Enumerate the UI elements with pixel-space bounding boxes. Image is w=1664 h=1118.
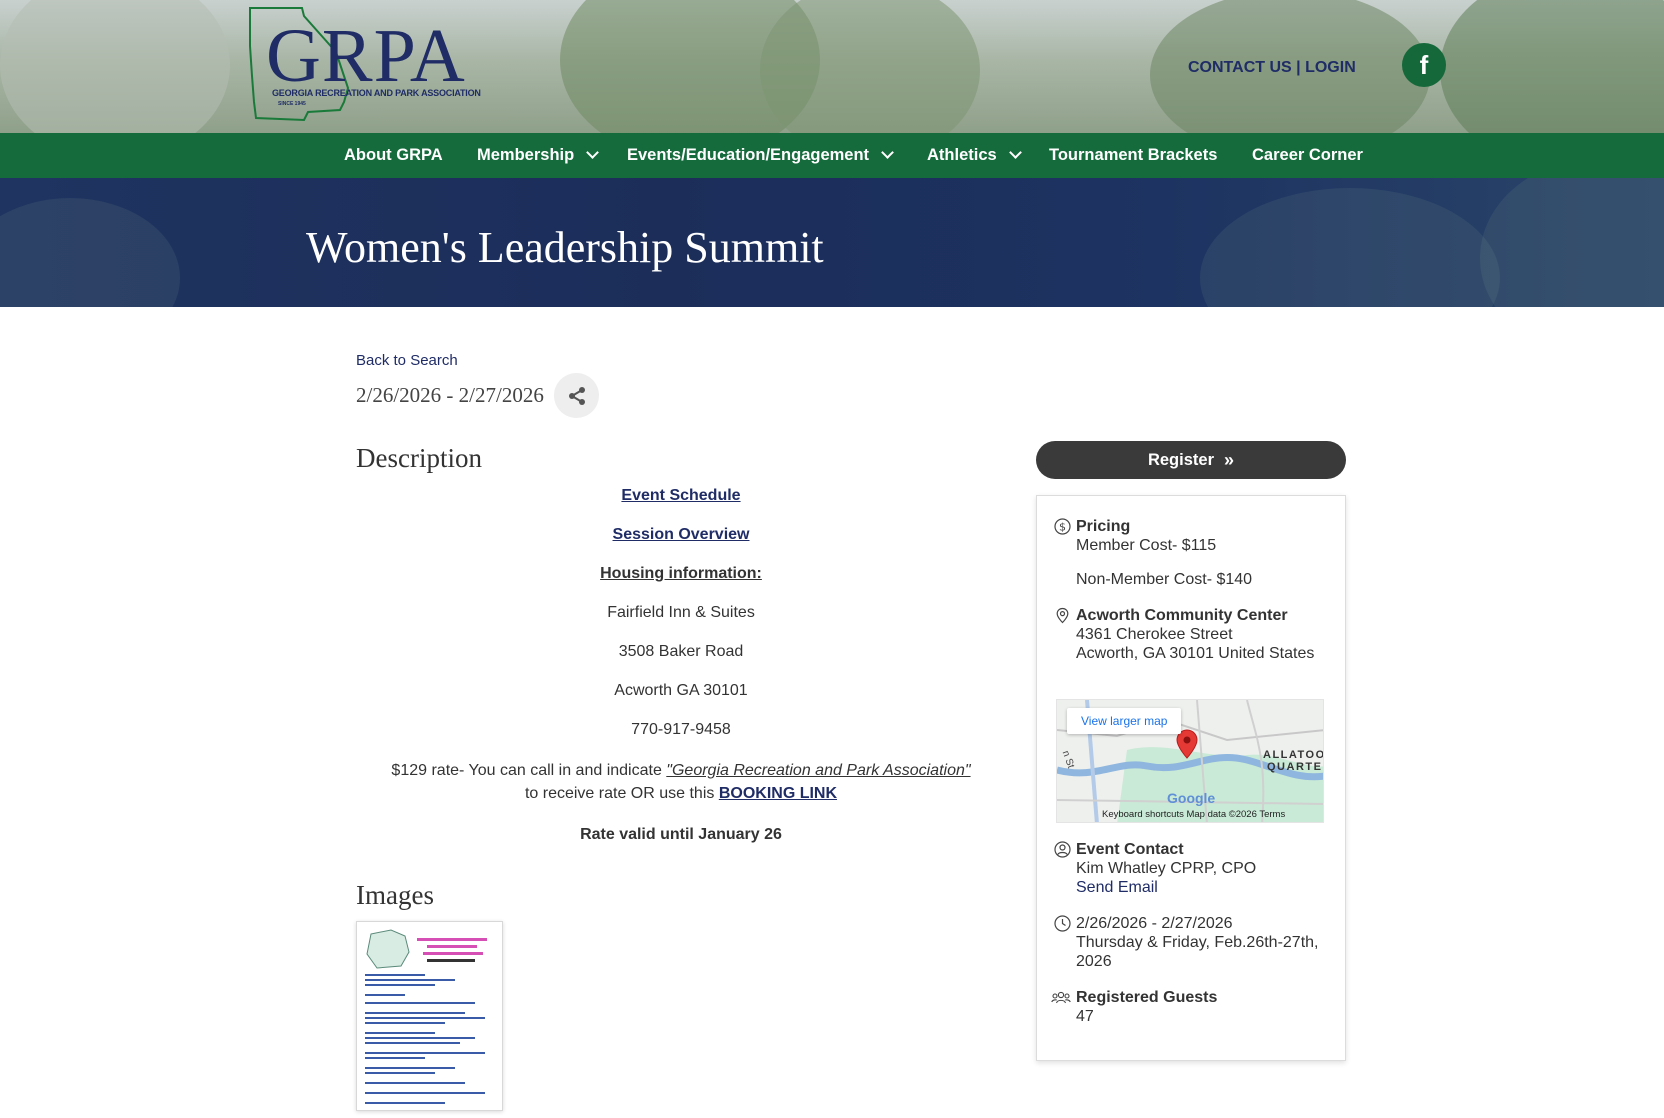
- send-email-link[interactable]: Send Email: [1076, 879, 1158, 896]
- rate-prefix: $129 rate- You can call in and indicate: [391, 762, 667, 779]
- view-larger-map-link[interactable]: View larger map: [1067, 708, 1182, 734]
- double-chevron-right-icon: »: [1224, 449, 1235, 470]
- event-dates-note: Thursday & Friday, Feb.26th-27th, 2026: [1076, 934, 1319, 970]
- background-tree: [1440, 0, 1664, 133]
- logo-since: SINCE 1945: [278, 101, 306, 107]
- booking-link[interactable]: BOOKING LINK: [719, 785, 837, 802]
- logo-subtitle: GEORGIA RECREATION AND PARK ASSOCIATION: [272, 88, 481, 98]
- location-section: Acworth Community Center 4361 Cherokee S…: [1054, 606, 1336, 663]
- images-heading: Images: [356, 880, 434, 910]
- contact-name: Kim Whatley CPRP, CPO: [1076, 860, 1257, 877]
- contact-section: Event Contact Kim Whatley CPRP, CPO Send…: [1054, 840, 1336, 897]
- banner-texture: [1480, 178, 1664, 307]
- registered-guests-label: Registered Guests: [1076, 989, 1218, 1006]
- map-footer[interactable]: Keyboard shortcuts Map data ©2026 Terms: [1102, 809, 1285, 820]
- nav-item-label: Tournament Brackets: [1049, 146, 1218, 164]
- venue-street: 4361 Cherokee Street: [1076, 626, 1233, 643]
- clock-icon: [1054, 915, 1071, 932]
- member-cost: Member Cost- $115: [1076, 537, 1217, 554]
- register-button[interactable]: Register »: [1036, 441, 1346, 479]
- schedule-flyer-image: [357, 922, 502, 1110]
- contact-us-link[interactable]: CONTACT US: [1188, 59, 1292, 76]
- nav-item-athletics[interactable]: Athletics: [927, 133, 1022, 178]
- session-overview-link[interactable]: Session Overview: [613, 526, 750, 543]
- dates-section: 2/26/2026 - 2/27/2026 Thursday & Friday,…: [1054, 914, 1336, 971]
- nav-item-membership[interactable]: Membership: [477, 133, 600, 178]
- users-group-icon: [1051, 991, 1071, 1004]
- description-body: Event Schedule Session Overview Housing …: [356, 486, 1006, 864]
- housing-heading: Housing information:: [600, 565, 762, 582]
- google-logo: Google: [1167, 790, 1216, 806]
- back-to-search-link[interactable]: Back to Search: [356, 352, 458, 369]
- hotel-street: 3508 Baker Road: [618, 643, 744, 660]
- nav-item-label: About GRPA: [344, 146, 443, 164]
- facebook-icon[interactable]: f: [1402, 43, 1446, 87]
- non-member-cost: Non-Member Cost- $140: [1076, 571, 1253, 588]
- event-contact-label: Event Contact: [1076, 841, 1184, 858]
- link-separator: |: [1291, 59, 1306, 76]
- map-area-label: ALLATOO: [1263, 749, 1324, 761]
- hotel-city: Acworth GA 30101: [614, 682, 748, 699]
- event-details-card: $ Pricing Member Cost- $115 Non-Member C…: [1036, 495, 1346, 1061]
- event-image-thumbnail[interactable]: [356, 921, 503, 1111]
- nav-item-career-corner[interactable]: Career Corner: [1252, 133, 1363, 178]
- background-tree: [760, 0, 980, 133]
- top-links: CONTACT US | LOGIN: [1188, 59, 1356, 77]
- share-icon: [568, 386, 585, 405]
- logo-text: GRPA: [266, 14, 466, 98]
- event-schedule-link[interactable]: Event Schedule: [621, 487, 740, 504]
- nav-item-tournament-brackets[interactable]: Tournament Brackets: [1049, 133, 1217, 178]
- association-name: "Georgia Recreation and Park Association…: [666, 762, 971, 779]
- share-button[interactable]: [554, 373, 599, 418]
- rate-middle: to receive rate OR use this: [524, 785, 719, 802]
- page-title: Women's Leadership Summit: [306, 223, 824, 272]
- description-heading: Description: [356, 443, 482, 473]
- pricing-section: $ Pricing Member Cost- $115 Non-Member C…: [1054, 517, 1336, 589]
- guests-section: Registered Guests 47: [1051, 988, 1336, 1026]
- site-header: GRPA GEORGIA RECREATION AND PARK ASSOCIA…: [0, 0, 1664, 133]
- venue-name: Acworth Community Center: [1076, 607, 1288, 624]
- nav-item-label: Events/Education/Engagement: [627, 146, 870, 164]
- register-label: Register: [1147, 450, 1214, 469]
- nav-item-about-grpa[interactable]: About GRPA: [344, 133, 443, 178]
- banner-texture: [1200, 188, 1500, 307]
- event-date-range: 2/26/2026 - 2/27/2026: [356, 383, 544, 407]
- page-banner: Women's Leadership Summit: [0, 178, 1664, 307]
- event-dates: 2/26/2026 - 2/27/2026: [1076, 915, 1233, 932]
- login-link[interactable]: LOGIN: [1305, 59, 1356, 76]
- background-tree: [0, 0, 230, 133]
- map-area-label: QUARTEF: [1267, 761, 1323, 773]
- banner-texture: [0, 198, 180, 307]
- location-map[interactable]: View larger map ALLATOO QUARTEF n St Goo…: [1056, 699, 1324, 823]
- nav-item-events[interactable]: Events/Education/Engagement: [627, 133, 894, 178]
- hotel-name: Fairfield Inn & Suites: [607, 604, 755, 621]
- venue-city: Acworth, GA 30101 United States: [1076, 645, 1315, 662]
- chevron-down-icon: [1008, 146, 1022, 159]
- rate-valid-note: Rate valid until January 26: [580, 826, 782, 843]
- rate-text: $129 rate- You can call in and indicate …: [356, 759, 1006, 805]
- dollar-icon: $: [1054, 518, 1071, 535]
- user-circle-icon: [1054, 841, 1071, 858]
- chevron-down-icon: [586, 146, 600, 159]
- grpa-logo[interactable]: GRPA GEORGIA RECREATION AND PARK ASSOCIA…: [244, 6, 481, 124]
- main-nav: About GRPA Membership Events/Education/E…: [0, 133, 1664, 178]
- nav-item-label: Athletics: [927, 146, 997, 164]
- chevron-down-icon: [881, 146, 894, 159]
- pricing-label: Pricing: [1076, 518, 1131, 535]
- svg-text:$: $: [1059, 521, 1066, 534]
- hotel-phone: 770-917-9458: [631, 721, 731, 738]
- map-pin-icon: [1056, 607, 1069, 624]
- nav-item-label: Membership: [477, 146, 575, 164]
- nav-item-label: Career Corner: [1252, 146, 1363, 164]
- registered-guests-count: 47: [1076, 1008, 1094, 1025]
